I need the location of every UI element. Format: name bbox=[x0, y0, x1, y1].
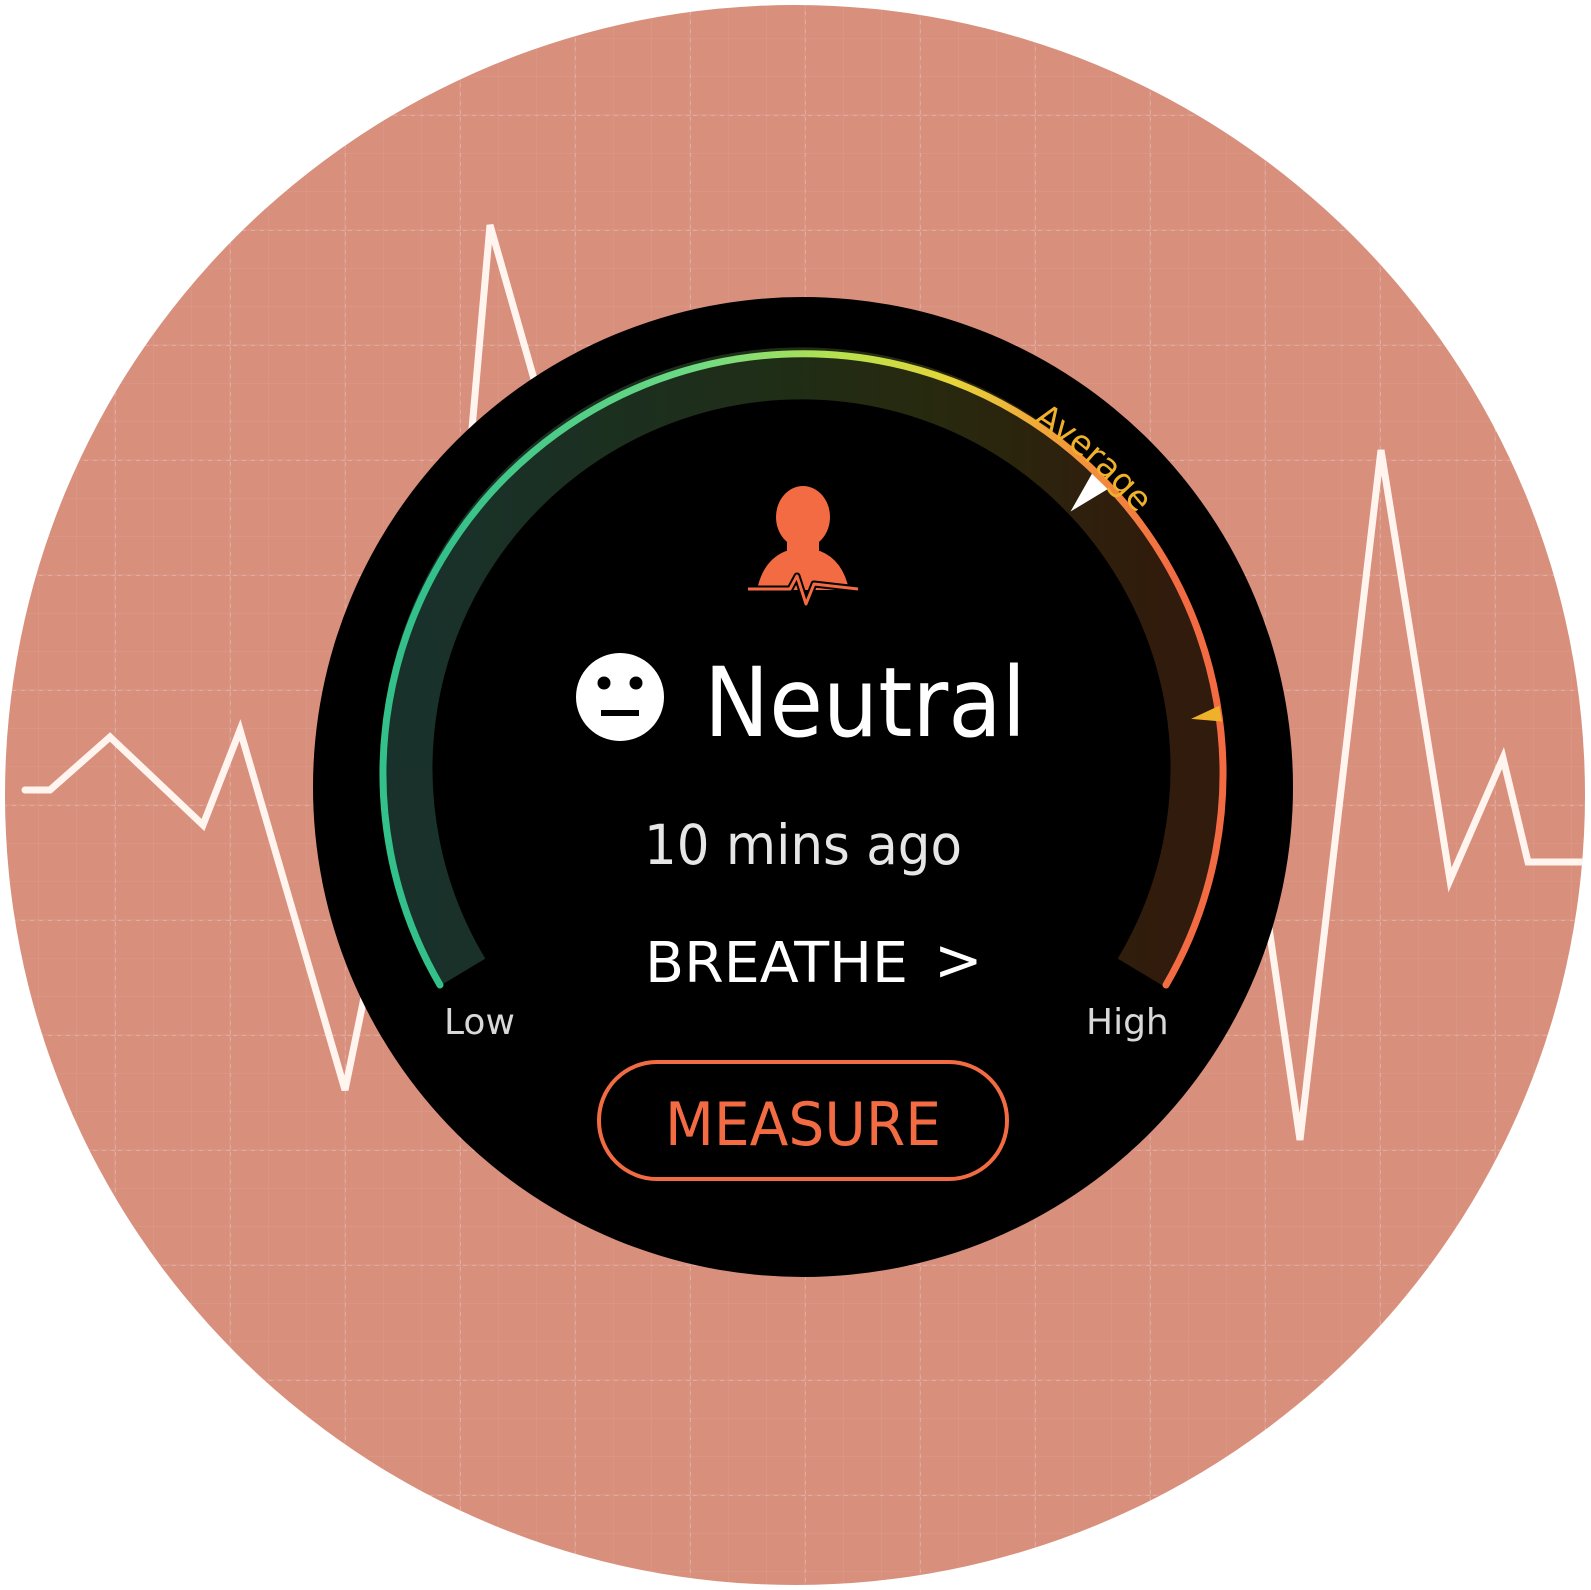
neutral-face-icon bbox=[576, 653, 664, 741]
chevron-right-icon: > bbox=[934, 926, 983, 994]
stress-status-text: Neutral bbox=[704, 647, 1026, 759]
gauge-high-label: High bbox=[1086, 1002, 1169, 1043]
gauge-low-label: Low bbox=[444, 1002, 515, 1043]
breathe-label: BREATHE bbox=[645, 931, 908, 996]
measure-button-label: MEASURE bbox=[665, 1090, 941, 1160]
time-since-text: 10 mins ago bbox=[644, 813, 962, 877]
stress-watch-screen: Average Neutral 10 mins ago BREATHE > Lo… bbox=[5, 5, 1585, 1585]
